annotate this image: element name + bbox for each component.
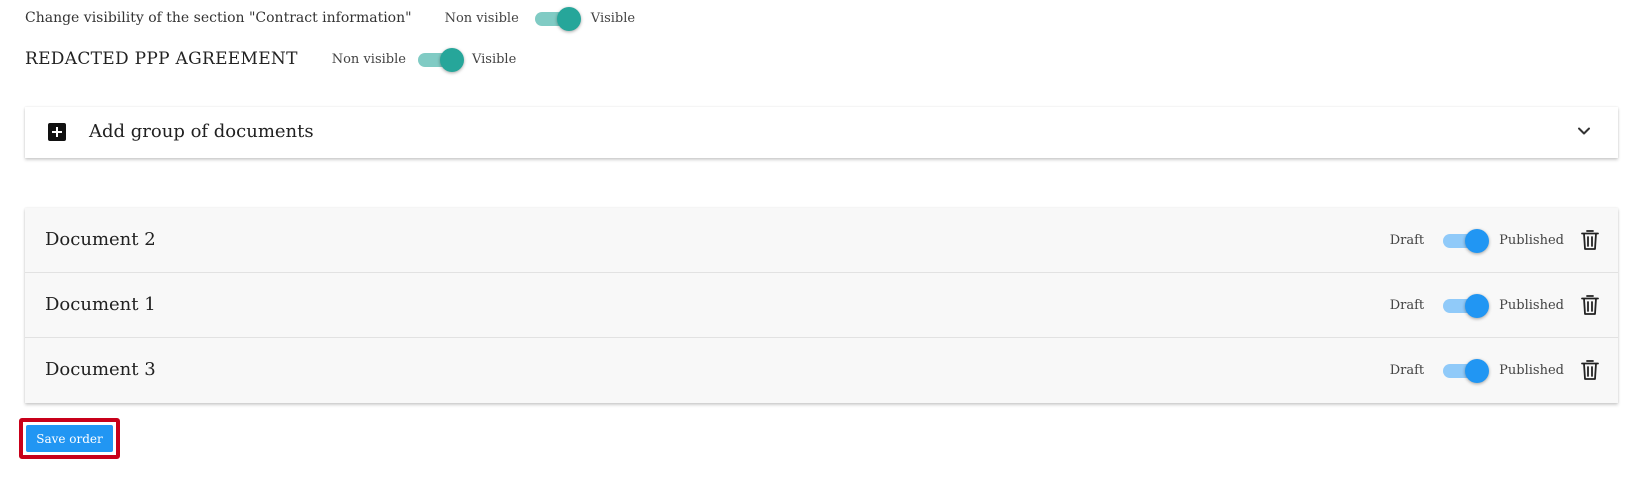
document-row[interactable]: Document 2 Draft Published	[25, 208, 1618, 273]
document-name: Document 3	[45, 359, 156, 380]
trash-icon[interactable]	[1580, 359, 1600, 381]
publish-toggle[interactable]	[1441, 228, 1490, 253]
document-row[interactable]: Document 3 Draft Published	[25, 338, 1618, 403]
add-group-label: Add group of documents	[89, 121, 314, 142]
document-row[interactable]: Document 1 Draft Published	[25, 273, 1618, 338]
document-controls: Draft Published	[1389, 228, 1600, 253]
section-visibility-toggle[interactable]	[533, 6, 581, 31]
document-name: Document 2	[45, 229, 156, 250]
plus-square-icon	[48, 123, 66, 141]
toggle-thumb[interactable]	[1465, 359, 1490, 383]
draft-label: Draft	[1389, 362, 1425, 378]
add-group-panel[interactable]: Add group of documents	[25, 107, 1618, 158]
draft-label: Draft	[1389, 232, 1425, 248]
document-list: Document 2 Draft Published Document 1 Dr…	[25, 208, 1618, 403]
non-visible-label: Non visible	[444, 10, 519, 26]
ppp-visibility-toggle[interactable]	[416, 47, 464, 72]
toggle-thumb[interactable]	[556, 7, 581, 31]
toggle-thumb[interactable]	[1465, 229, 1490, 253]
section-visibility-label: Change visibility of the section "Contra…	[25, 10, 412, 26]
trash-icon[interactable]	[1580, 294, 1600, 316]
publish-toggle[interactable]	[1441, 293, 1490, 318]
toggle-thumb[interactable]	[439, 48, 464, 72]
trash-icon[interactable]	[1580, 229, 1600, 251]
visible-label: Visible	[590, 10, 636, 26]
save-order-highlight: Save order	[19, 418, 120, 459]
publish-toggle[interactable]	[1441, 358, 1490, 383]
published-label: Published	[1499, 362, 1564, 378]
ppp-agreement-title: REDACTED PPP AGREEMENT	[25, 49, 298, 69]
ppp-visibility-row: REDACTED PPP AGREEMENT Non visible Visib…	[25, 45, 516, 73]
section-visibility-row: Change visibility of the section "Contra…	[25, 6, 636, 31]
non-visible-label: Non visible	[331, 51, 406, 67]
visible-label: Visible	[471, 51, 517, 67]
published-label: Published	[1499, 297, 1564, 313]
chevron-down-icon[interactable]	[1576, 123, 1592, 139]
document-name: Document 1	[45, 294, 156, 315]
document-controls: Draft Published	[1389, 293, 1600, 318]
save-order-button[interactable]: Save order	[26, 425, 113, 452]
published-label: Published	[1499, 232, 1564, 248]
draft-label: Draft	[1389, 297, 1425, 313]
toggle-thumb[interactable]	[1465, 294, 1490, 318]
document-controls: Draft Published	[1389, 358, 1600, 383]
